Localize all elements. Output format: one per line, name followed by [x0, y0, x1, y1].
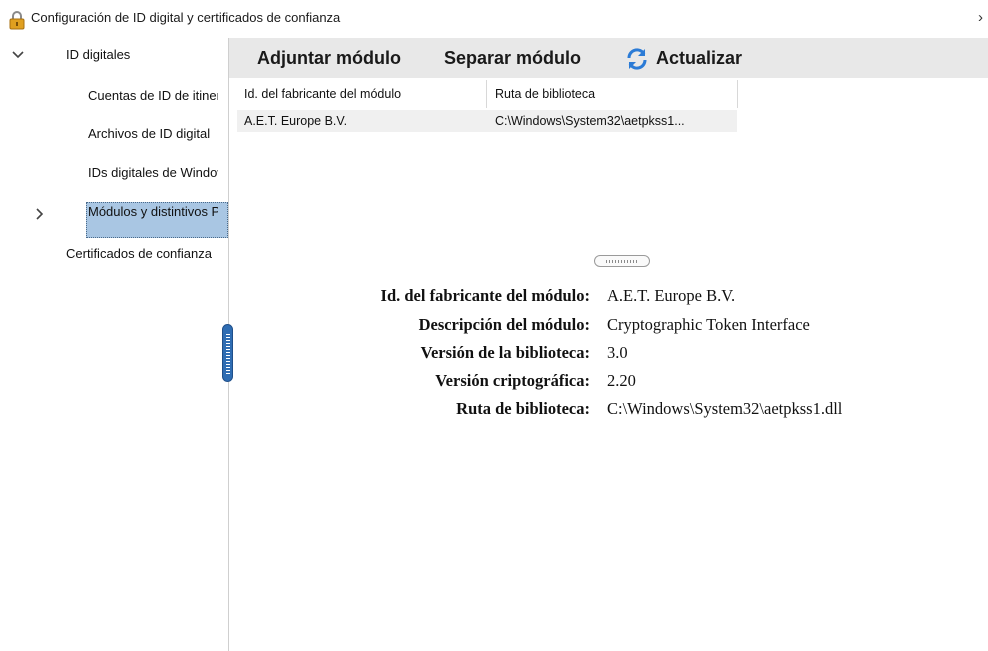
sidebar-item-windows-ids[interactable]: IDs digitales de Windows	[88, 163, 218, 183]
column-separator	[737, 80, 738, 108]
refresh-button[interactable]: Actualizar	[656, 48, 742, 69]
detail-row: Versión criptográfica: 2.20	[229, 369, 988, 393]
table-cell-library-path: C:\Windows\System32\aetpkss1...	[495, 114, 685, 128]
detail-label: Versión de la biblioteca:	[420, 343, 590, 362]
sidebar-item-modules-tokens[interactable]: Módulos y distintivos PKCS#11	[88, 202, 218, 222]
close-chevron-icon[interactable]: ›	[978, 9, 983, 26]
detail-value: A.E.T. Europe B.V.	[607, 286, 736, 305]
detail-label: Id. del fabricante del módulo:	[380, 286, 590, 305]
detail-label: Versión criptográfica:	[435, 371, 590, 390]
detail-label: Descripción del módulo:	[418, 315, 590, 334]
detail-value: C:\Windows\System32\aetpkss1.dll	[607, 399, 843, 418]
detail-label: Ruta de biblioteca:	[456, 399, 590, 418]
detail-value: 2.20	[607, 371, 636, 390]
detail-row: Versión de la biblioteca: 3.0	[229, 341, 988, 365]
lock-icon	[9, 11, 25, 30]
sidebar-item-digital-ids[interactable]: ID digitales	[66, 45, 226, 65]
detail-row: Ruta de biblioteca: C:\Windows\System32\…	[229, 397, 988, 421]
table-cell-manufacturer: A.E.T. Europe B.V.	[244, 114, 348, 128]
detail-value: 3.0	[607, 343, 628, 362]
detail-value: Cryptographic Token Interface	[607, 315, 810, 334]
column-header-manufacturer[interactable]: Id. del fabricante del módulo	[237, 80, 486, 108]
column-header-library-path[interactable]: Ruta de biblioteca	[487, 80, 737, 108]
chevron-right-icon[interactable]	[34, 207, 46, 221]
title-bar: Configuración de ID digital y certificad…	[0, 0, 988, 38]
chevron-down-icon[interactable]	[11, 48, 25, 62]
detach-module-button[interactable]: Separar módulo	[444, 48, 581, 69]
detail-row: Id. del fabricante del módulo: A.E.T. Eu…	[229, 284, 988, 308]
sidebar-item-roaming-accounts[interactable]: Cuentas de ID de itinerancia	[88, 86, 218, 106]
sidebar-item-id-files[interactable]: Archivos de ID digital	[88, 124, 218, 144]
horizontal-splitter-handle[interactable]	[594, 255, 650, 267]
refresh-icon[interactable]	[625, 47, 649, 71]
window-title: Configuración de ID digital y certificad…	[31, 10, 341, 25]
sidebar-item-trusted-certificates[interactable]: Certificados de confianza	[66, 244, 218, 264]
detail-row: Descripción del módulo: Cryptographic To…	[229, 313, 988, 337]
attach-module-button[interactable]: Adjuntar módulo	[257, 48, 401, 69]
